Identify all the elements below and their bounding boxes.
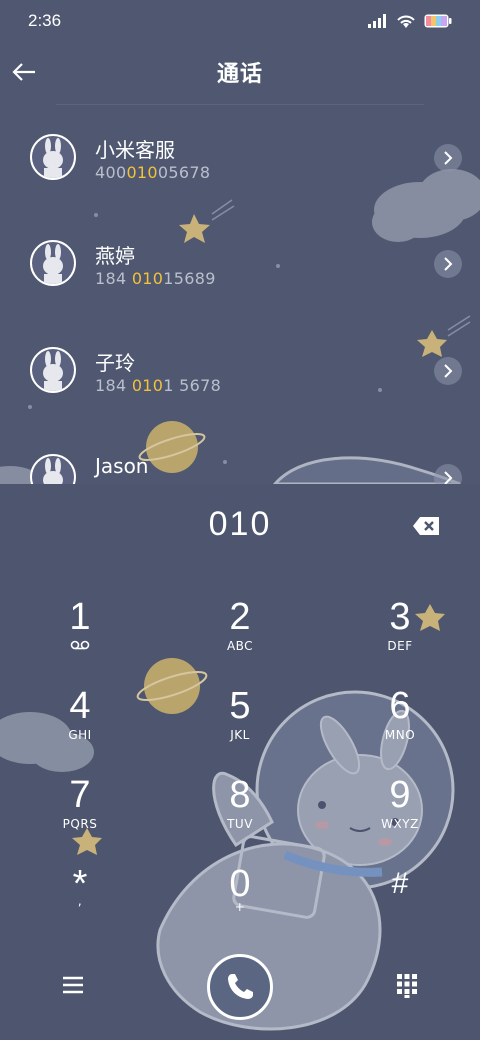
- contact-row[interactable]: 子玲 184 0101 5678: [0, 319, 480, 419]
- bunny-avatar-icon: [32, 349, 74, 391]
- key-digit: 5: [229, 685, 251, 727]
- page-title: 通话: [216, 62, 263, 87]
- chevron-right-icon: [444, 364, 453, 378]
- key-digit: 6: [389, 685, 411, 727]
- key-5[interactable]: 5 JKL: [180, 685, 300, 765]
- contact-name: 燕婷: [95, 244, 135, 268]
- key-letters: +: [234, 900, 246, 914]
- chevron-right-icon: [444, 471, 453, 484]
- backspace-button[interactable]: [410, 512, 442, 540]
- avatar: [30, 240, 76, 286]
- contact-number: 40001005678: [95, 163, 210, 182]
- menu-button[interactable]: [58, 972, 88, 998]
- bottom-bar: [0, 950, 480, 1020]
- avatar: [30, 454, 76, 484]
- key-letters: TUV: [227, 817, 253, 831]
- wifi-icon: [397, 15, 415, 28]
- contact-row[interactable]: 小米客服 40001005678: [0, 106, 480, 206]
- bunny-avatar-icon: [32, 456, 74, 484]
- dialed-number: 010: [208, 505, 272, 543]
- key-digit: 9: [389, 774, 411, 816]
- key-digit: #: [391, 867, 409, 900]
- key-0[interactable]: 0 +: [180, 863, 300, 943]
- key-2[interactable]: 2 ABC: [180, 596, 300, 676]
- avatar: [30, 347, 76, 393]
- number-suffix: 1 5678: [163, 376, 222, 395]
- number-prefix: 184: [95, 269, 132, 288]
- backspace-icon: [413, 517, 439, 535]
- key-digit: 4: [69, 685, 91, 727]
- keypad-toggle-button[interactable]: [394, 972, 420, 998]
- contact-name: 小米客服: [95, 138, 175, 162]
- key-letters: WXYZ: [381, 817, 419, 831]
- key-3[interactable]: 3 DEF: [340, 596, 460, 676]
- key-letters: JKL: [230, 728, 250, 742]
- key-7[interactable]: 7 PQRS: [20, 774, 140, 854]
- key-9[interactable]: 9 WXYZ: [340, 774, 460, 854]
- key-letters: GHI: [68, 728, 92, 742]
- contact-number: 184 0101 5678: [95, 376, 221, 395]
- key-letters: PQRS: [62, 817, 98, 831]
- contact-list: 小米客服 40001005678 燕婷 184 01015689 子玲 184 …: [0, 106, 480, 484]
- number-suffix: 15689: [163, 269, 216, 288]
- key-8[interactable]: 8 TUV: [180, 774, 300, 854]
- avatar: [30, 134, 76, 180]
- key-6[interactable]: 6 MNO: [340, 685, 460, 765]
- status-icons: [368, 14, 452, 29]
- number-match: 010: [131, 376, 164, 395]
- signal-icon: [368, 14, 386, 28]
- battery-icon: [424, 14, 452, 28]
- key-digit: 7: [69, 774, 91, 816]
- contact-name: Jason: [95, 454, 149, 478]
- back-button[interactable]: [8, 56, 40, 88]
- keypad-icon: [397, 974, 417, 998]
- number-match: 010: [131, 269, 164, 288]
- key-letters: ABC: [226, 639, 254, 653]
- header: 通话: [0, 42, 480, 102]
- contact-detail-button[interactable]: [434, 144, 462, 172]
- contact-number: 184 01015689: [95, 269, 216, 288]
- key-4[interactable]: 4 GHI: [20, 685, 140, 765]
- status-bar: 2:36: [0, 0, 480, 42]
- key-hash[interactable]: #: [340, 863, 460, 943]
- menu-icon: [63, 976, 83, 994]
- key-letters: MNO: [384, 728, 416, 742]
- call-button[interactable]: [207, 954, 273, 1020]
- phone-icon: [228, 974, 253, 999]
- number-suffix: 05678: [157, 163, 211, 182]
- number-match: 010: [126, 163, 158, 182]
- contact-row[interactable]: 燕婷 184 01015689: [0, 212, 480, 312]
- status-time: 2:36: [28, 11, 62, 30]
- voicemail-icon: [70, 640, 90, 650]
- key-digit: 3: [389, 596, 411, 638]
- contact-row[interactable]: Jason: [0, 426, 480, 484]
- key-letters: ,: [77, 894, 83, 908]
- number-prefix: 184: [95, 376, 132, 395]
- contact-detail-button[interactable]: [434, 250, 462, 278]
- contact-detail-button[interactable]: [434, 464, 462, 484]
- key-digit: 2: [229, 596, 251, 638]
- key-1[interactable]: 1: [20, 596, 140, 676]
- key-letters: DEF: [387, 639, 413, 653]
- arrow-left-icon: [12, 63, 35, 81]
- contact-detail-button[interactable]: [434, 357, 462, 385]
- number-prefix: 400: [95, 163, 127, 182]
- bunny-avatar-icon: [32, 242, 74, 284]
- key-digit: 8: [229, 774, 251, 816]
- key-digit: 1: [69, 596, 91, 638]
- chevron-right-icon: [444, 257, 453, 271]
- header-divider: [56, 104, 424, 105]
- chevron-right-icon: [444, 151, 453, 165]
- key-star[interactable]: * ,: [20, 863, 140, 943]
- bunny-avatar-icon: [32, 136, 74, 178]
- contact-name: 子玲: [95, 351, 135, 375]
